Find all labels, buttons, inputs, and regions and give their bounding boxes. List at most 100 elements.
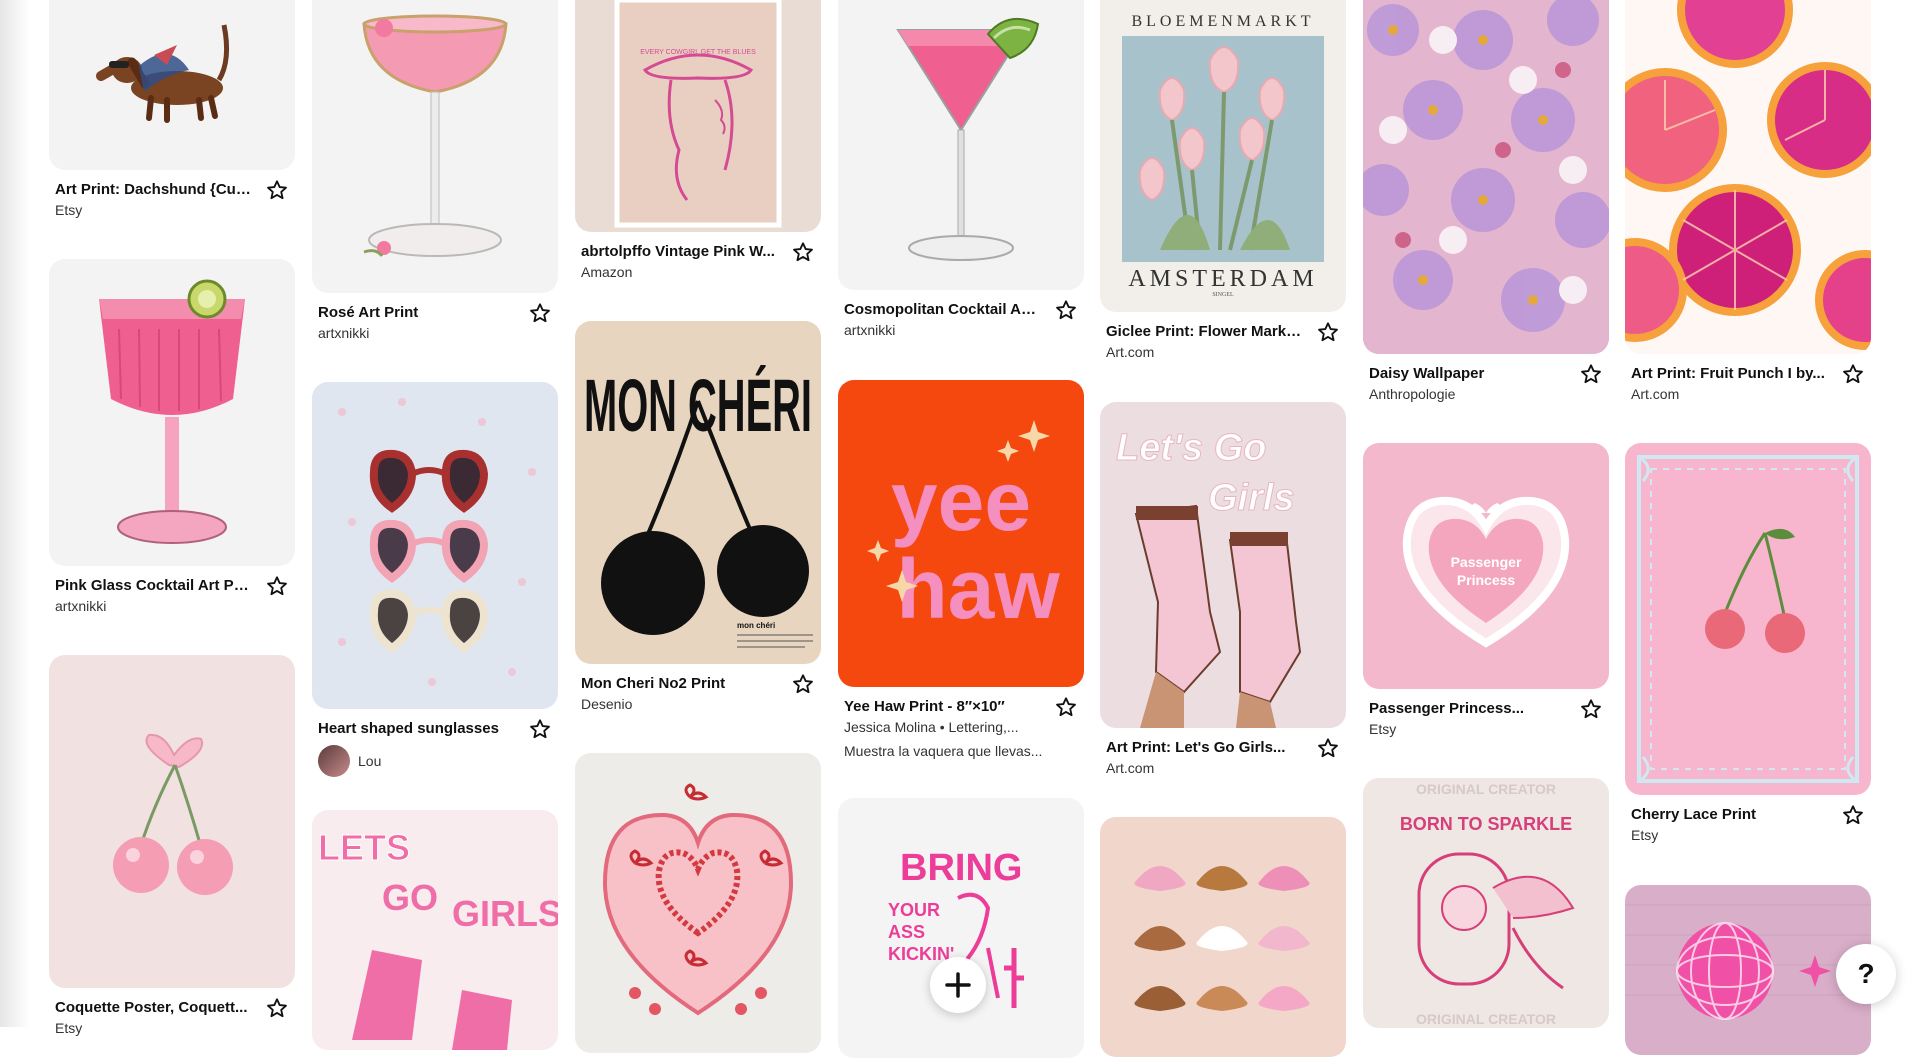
pin-card[interactable]: MON CHÉRI mon chéri Mon Cheri No2 Print …: [575, 321, 821, 714]
pin-image-coquette-cherry[interactable]: [49, 655, 295, 988]
pin-source[interactable]: Desenio: [581, 694, 777, 714]
pin-image-heart-sunglasses[interactable]: [312, 382, 558, 709]
pink-cherry-bow-icon: [113, 733, 233, 895]
save-star-icon[interactable]: [528, 717, 552, 741]
pin-image-fruit-punch[interactable]: [1625, 0, 1871, 354]
pin-image-lets-go-girls-boots[interactable]: Let's Go Girls: [1100, 402, 1346, 728]
pin-image-cherry-lace[interactable]: [1625, 443, 1871, 795]
pin-title[interactable]: Yee Haw Print - 8″×10″: [844, 697, 1040, 717]
pin-source[interactable]: Art.com: [1106, 758, 1302, 778]
pin-card[interactable]: Let's Go Girls Art Print: Let's Go Girls…: [1100, 402, 1346, 778]
pin-image-cosmopolitan[interactable]: [838, 0, 1084, 290]
save-star-icon[interactable]: [1579, 697, 1603, 721]
pin-title[interactable]: Cherry Lace Print: [1631, 805, 1827, 825]
avatar[interactable]: [318, 745, 350, 777]
pin-image-rose-glass[interactable]: [312, 0, 558, 293]
pin-card[interactable]: Cherry Lace Print Etsy: [1625, 443, 1871, 845]
pin-meta: Daisy Wallpaper Anthropologie: [1363, 354, 1609, 404]
save-star-icon[interactable]: [528, 301, 552, 325]
pin-source[interactable]: Etsy: [55, 1018, 251, 1038]
add-pin-button[interactable]: [930, 957, 986, 1013]
save-star-icon[interactable]: [265, 178, 289, 202]
save-star-icon[interactable]: [1841, 362, 1865, 386]
pin-meta: Rosé Art Print artxnikki: [312, 293, 558, 343]
pin-card[interactable]: ORIGINAL CREATOR BORN TO SPARKLE ORIGINA…: [1363, 778, 1609, 1028]
pin-card[interactable]: BLOEMENMARKT AMSTERDAM SINGEL Giclee Pri…: [1100, 0, 1346, 362]
pin-card[interactable]: Rosé Art Print artxnikki: [312, 0, 558, 343]
pin-creator[interactable]: Lou: [318, 745, 552, 777]
pin-title[interactable]: Cosmopolitan Cocktail Art...: [844, 300, 1040, 320]
pin-image-mon-cheri[interactable]: MON CHÉRI mon chéri: [575, 321, 821, 664]
pin-image-yee-haw[interactable]: yee haw: [838, 380, 1084, 687]
pin-image-daisy-wallpaper[interactable]: [1363, 0, 1609, 354]
pin-title[interactable]: Giclee Print: Flower Marke...: [1106, 322, 1302, 342]
pin-card[interactable]: Coquette Poster, Coquett... Etsy: [49, 655, 295, 1038]
pink-cocktail-glass-icon: [99, 279, 245, 544]
save-star-icon[interactable]: [1316, 736, 1340, 760]
save-star-icon[interactable]: [265, 574, 289, 598]
pin-card[interactable]: [575, 753, 821, 1053]
pin-card[interactable]: LETS GO GIRLS: [312, 810, 558, 1050]
pin-grid: Art Print: Dachshund {Cut... Etsy Pink G…: [0, 0, 1920, 1058]
pin-card[interactable]: Heart shaped sunglasses Lou: [312, 382, 558, 777]
pin-title[interactable]: Pink Glass Cocktail Art Print: [55, 576, 251, 596]
save-star-icon[interactable]: [265, 996, 289, 1020]
pin-title[interactable]: Art Print: Fruit Punch I by...: [1631, 364, 1827, 384]
save-star-icon[interactable]: [1316, 320, 1340, 344]
pin-title[interactable]: Rosé Art Print: [318, 303, 514, 323]
pin-title[interactable]: Passenger Princess...: [1369, 699, 1565, 719]
pin-meta: Heart shaped sunglasses Lou: [312, 709, 558, 777]
pin-source[interactable]: artxnikki: [55, 596, 251, 616]
pin-image-cowboy-hats[interactable]: [1100, 817, 1346, 1057]
pin-card[interactable]: Art Print: Dachshund {Cut... Etsy: [49, 0, 295, 220]
save-star-icon[interactable]: [1579, 362, 1603, 386]
save-star-icon[interactable]: [1054, 298, 1078, 322]
save-star-icon[interactable]: [1841, 803, 1865, 827]
pin-image-heart-cake[interactable]: [575, 753, 821, 1053]
pin-card[interactable]: [1625, 885, 1871, 1055]
save-star-icon[interactable]: [1054, 695, 1078, 719]
pin-title[interactable]: Art Print: Let's Go Girls...: [1106, 738, 1302, 758]
pin-source[interactable]: Art.com: [1631, 384, 1827, 404]
pin-image-passenger-princess[interactable]: Passenger Princess: [1363, 443, 1609, 689]
pin-card[interactable]: Art Print: Fruit Punch I by... Art.com: [1625, 0, 1871, 404]
pin-image-pink-cocktail[interactable]: [49, 259, 295, 566]
pin-source[interactable]: artxnikki: [844, 320, 1040, 340]
save-star-icon[interactable]: [791, 672, 815, 696]
pin-image-bring[interactable]: BRING YOUR ASS KICKIN': [838, 798, 1084, 1058]
pin-source[interactable]: artxnikki: [318, 323, 514, 343]
pin-title[interactable]: Art Print: Dachshund {Cut...: [55, 180, 251, 200]
pin-title[interactable]: Coquette Poster, Coquett...: [55, 998, 251, 1018]
pin-source[interactable]: Etsy: [55, 200, 251, 220]
pin-title[interactable]: abrtolpffo Vintage Pink W...: [581, 242, 777, 262]
pin-image-disco-ball[interactable]: [1625, 885, 1871, 1055]
pin-source[interactable]: Amazon: [581, 262, 777, 282]
pin-source[interactable]: Etsy: [1631, 825, 1827, 845]
help-button[interactable]: ?: [1836, 944, 1896, 1004]
pin-card[interactable]: BRING YOUR ASS KICKIN': [838, 798, 1084, 1058]
pin-source[interactable]: Anthropologie: [1369, 384, 1565, 404]
pin-source[interactable]: Jessica Molina • Lettering,...: [844, 717, 1040, 737]
pin-meta: Pink Glass Cocktail Art Print artxnikki: [49, 566, 295, 616]
creator-name[interactable]: Lou: [358, 753, 381, 769]
pin-title[interactable]: Daisy Wallpaper: [1369, 364, 1565, 384]
pin-card[interactable]: Passenger Princess Passenger Princess...…: [1363, 443, 1609, 739]
pin-title[interactable]: Mon Cheri No2 Print: [581, 674, 777, 694]
pin-card[interactable]: yee haw Yee Haw Print - 8″×10″ Jessica M…: [838, 380, 1084, 761]
save-star-icon[interactable]: [791, 240, 815, 264]
pin-title[interactable]: Heart shaped sunglasses: [318, 719, 514, 739]
pin-image-dachshund[interactable]: [49, 0, 295, 170]
pin-card[interactable]: Cosmopolitan Cocktail Art... artxnikki: [838, 0, 1084, 340]
pin-image-lets-go-girls[interactable]: LETS GO GIRLS: [312, 810, 558, 1050]
pin-image-born-to-sparkle[interactable]: ORIGINAL CREATOR BORN TO SPARKLE ORIGINA…: [1363, 778, 1609, 1028]
pin-card[interactable]: Pink Glass Cocktail Art Print artxnikki: [49, 259, 295, 616]
pin-card[interactable]: Daisy Wallpaper Anthropologie: [1363, 0, 1609, 404]
pin-source[interactable]: Etsy: [1369, 719, 1565, 739]
pin-source[interactable]: Art.com: [1106, 342, 1302, 362]
pin-card[interactable]: [1100, 817, 1346, 1057]
pin-image-bloemenmarkt[interactable]: BLOEMENMARKT AMSTERDAM SINGEL: [1100, 0, 1346, 312]
pin-image-cowgirl-poster[interactable]: EVERY COWGIRL GET THE BLUES: [575, 0, 821, 232]
art-text-bring: BRING: [900, 847, 1022, 889]
pin-card[interactable]: EVERY COWGIRL GET THE BLUES abrtolpffo V…: [575, 0, 821, 282]
art-text-line2: GO: [382, 877, 438, 918]
